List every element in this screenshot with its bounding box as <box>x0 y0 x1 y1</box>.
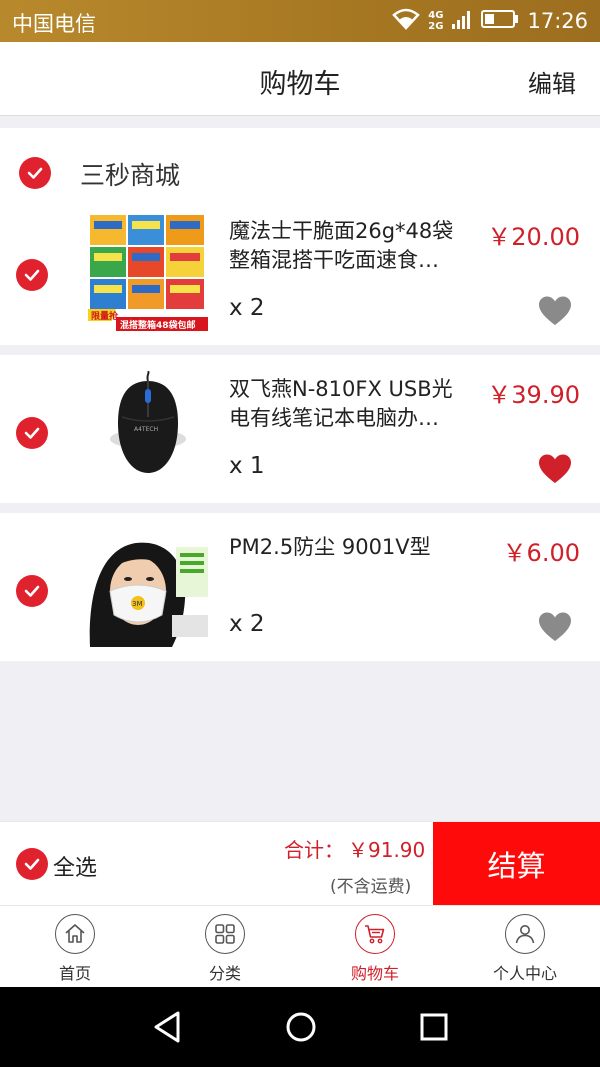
wifi-icon <box>392 8 421 34</box>
network-type-top: 4G <box>428 10 444 21</box>
status-bar: 中国电信 4G 2G 17:26 <box>0 0 600 42</box>
network-type: 4G 2G <box>428 10 443 32</box>
product-noodles-image[interactable]: 限量抢 混搭整箱48袋包邮 <box>88 213 208 331</box>
item-quantity: x 1 <box>229 453 265 479</box>
signal-icon <box>451 8 473 34</box>
carrier-name: 中国电信 <box>12 12 96 36</box>
checkmark-icon <box>24 269 40 281</box>
grid-icon <box>205 914 245 954</box>
system-nav-bar <box>0 987 600 1067</box>
item-quantity: x 2 <box>229 295 265 321</box>
item-quantity: x 2 <box>229 611 265 637</box>
tab-label: 首页 <box>58 964 91 983</box>
tab-category[interactable]: 分类 <box>150 914 300 988</box>
mouse-brand: A4TECH <box>134 426 158 433</box>
tab-label: 购物车 <box>350 964 399 983</box>
status-indicators: 4G 2G 17:26 <box>392 6 588 36</box>
tab-profile[interactable]: 个人中心 <box>450 914 600 988</box>
item-price: ￥39.90 <box>487 381 580 409</box>
cart-icon <box>355 914 395 954</box>
nav-bar: 购物车 编辑 <box>0 42 600 116</box>
page-title: 购物车 <box>259 69 341 100</box>
noodles-banner-bottom: 混搭整箱48袋包邮 <box>120 319 196 331</box>
shop-checkbox[interactable] <box>19 157 51 189</box>
shipping-note: (不含运费) <box>330 877 412 897</box>
heart-icon[interactable] <box>538 453 572 485</box>
item-checkbox[interactable] <box>16 417 48 449</box>
heart-icon[interactable] <box>538 295 572 327</box>
home-icon <box>55 914 95 954</box>
back-icon[interactable] <box>148 1009 188 1045</box>
checkmark-icon <box>24 858 40 870</box>
shop-name: 三秒商城 <box>80 161 181 190</box>
tab-cart[interactable]: 购物车 <box>300 914 450 988</box>
edit-button[interactable]: 编辑 <box>528 64 576 99</box>
clock: 17:26 <box>527 9 588 33</box>
checkmark-icon <box>27 167 43 179</box>
home-circle-icon[interactable] <box>281 1009 321 1045</box>
checkmark-icon <box>24 427 40 439</box>
user-icon <box>505 914 545 954</box>
tab-bar: 首页 分类 购物车 个人中心 <box>0 905 600 987</box>
select-all-checkbox[interactable] <box>16 848 48 880</box>
recents-icon[interactable] <box>414 1009 454 1045</box>
product-mask-image[interactable]: 3M <box>80 529 214 647</box>
total-value: ￥91.90 <box>348 838 426 862</box>
item-price: ￥20.00 <box>487 223 580 251</box>
cart-item: 限量抢 混搭整箱48袋包邮 魔法士干脆面26g*48袋整箱混搭干吃面速食… ￥2… <box>0 197 600 345</box>
mask-brand: 3M <box>132 600 143 608</box>
tab-label: 分类 <box>208 964 241 983</box>
item-checkbox[interactable] <box>16 259 48 291</box>
item-name[interactable]: PM2.5防尘 9001V型 <box>229 533 469 562</box>
checkout-button[interactable]: 结算 <box>433 822 600 906</box>
item-name[interactable]: 魔法士干脆面26g*48袋整箱混搭干吃面速食… <box>229 217 469 275</box>
heart-icon[interactable] <box>538 611 572 643</box>
network-type-bottom: 2G <box>428 21 444 32</box>
checkmark-icon <box>24 585 40 597</box>
tab-label: 个人中心 <box>492 964 557 983</box>
cart-item: A4TECH 双飞燕N-810FX USB光电有线笔记本电脑办… ￥39.90 … <box>0 355 600 503</box>
cart-content[interactable]: 三秒商城 限量抢 混搭整箱48袋包邮 魔法士干脆面26g*48袋整箱混搭干吃面速… <box>0 116 600 821</box>
item-name[interactable]: 双飞燕N-810FX USB光电有线笔记本电脑办… <box>229 375 469 433</box>
shop-header: 三秒商城 <box>0 128 600 208</box>
noodles-banner-top: 限量抢 <box>91 310 119 322</box>
checkout-bar: 全选 合计： ￥91.90 (不含运费) 结算 <box>0 821 600 906</box>
battery-icon <box>481 9 519 33</box>
tab-home[interactable]: 首页 <box>0 914 150 988</box>
item-price: ￥6.00 <box>502 539 580 567</box>
select-all-label[interactable]: 全选 <box>53 850 97 882</box>
cart-item: 3M PM2.5防尘 9001V型 ￥6.00 x 2 <box>0 513 600 661</box>
total-label: 合计： <box>284 838 344 862</box>
item-checkbox[interactable] <box>16 575 48 607</box>
product-mouse-image[interactable]: A4TECH <box>88 371 208 489</box>
